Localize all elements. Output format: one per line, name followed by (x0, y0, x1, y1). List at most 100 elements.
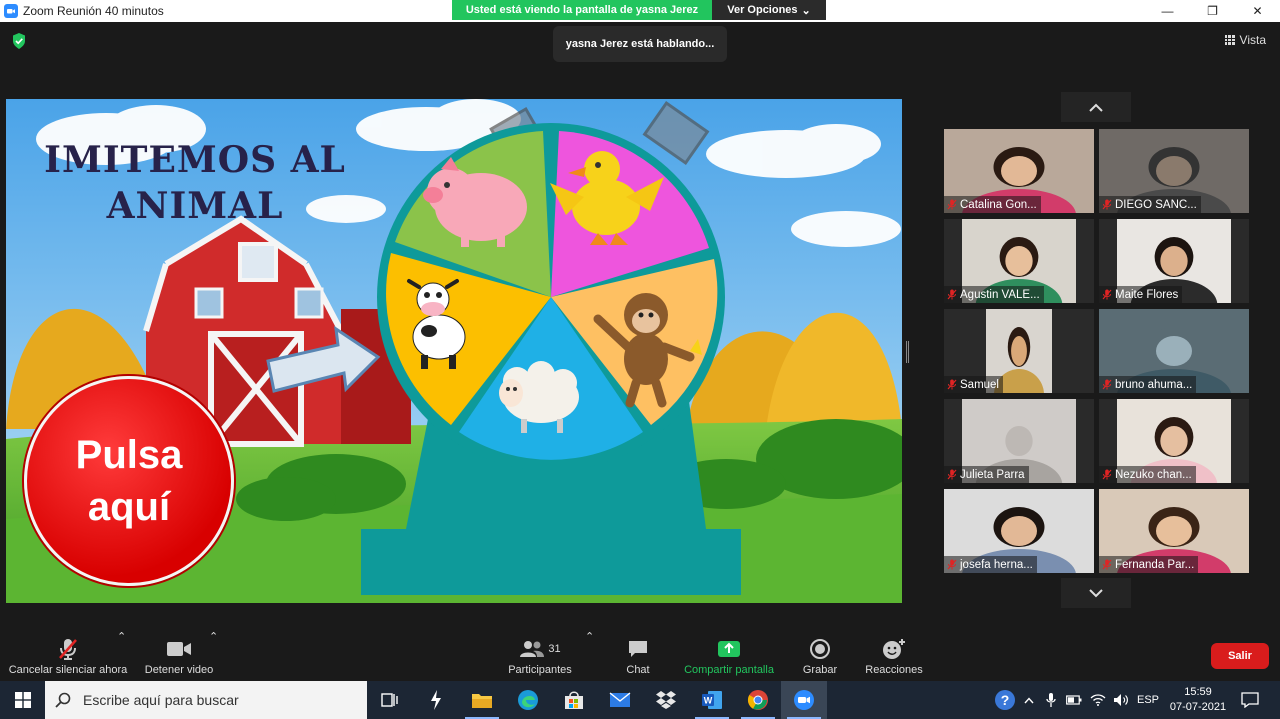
participant-name-label: bruno ahuma... (1099, 376, 1197, 393)
active-speaker-indicator: yasna Jerez está hablando... (553, 26, 727, 62)
gallery-scroll-up-button[interactable] (1061, 92, 1131, 122)
mic-muted-icon (947, 199, 957, 210)
leave-meeting-button[interactable]: Salir (1211, 643, 1269, 669)
mic-muted-icon (1102, 559, 1112, 570)
microphone-icon (1046, 693, 1056, 707)
taskbar-store[interactable] (551, 681, 597, 719)
emoji-add-icon (883, 639, 905, 659)
windows-taskbar: W ? (0, 681, 1280, 719)
view-options-label: Ver Opciones (727, 4, 798, 16)
taskbar-clock[interactable]: 15:59 07-07-2021 (1168, 681, 1228, 719)
participants-button[interactable]: 31 Participantes (504, 630, 576, 681)
taskbar-file-explorer[interactable] (459, 681, 505, 719)
taskbar-dropbox[interactable] (643, 681, 689, 719)
close-window-button[interactable]: ✕ (1235, 0, 1280, 22)
participant-tile[interactable]: DIEGO SANC... (1099, 129, 1249, 213)
window-title: Zoom Reunión 40 minutos (23, 4, 164, 18)
battery-icon (1066, 695, 1082, 705)
participant-name-label: Maite Flores (1099, 286, 1183, 303)
record-button[interactable]: Grabar (798, 630, 842, 681)
restore-button[interactable]: ❐ (1190, 0, 1235, 22)
mic-muted-icon (1102, 289, 1112, 300)
taskbar-search-box[interactable] (45, 681, 367, 719)
screen-share-banner: Usted está viendo la pantalla de yasna J… (452, 0, 712, 20)
participant-tile[interactable]: Samuel (944, 309, 1094, 393)
zoom-window: Zoom Reunión 40 minutos — ❐ ✕ Usted está… (0, 0, 1280, 719)
battery-tray-button[interactable] (1062, 681, 1086, 719)
grid-icon (1224, 35, 1235, 45)
wifi-tray-button[interactable] (1086, 681, 1110, 719)
view-button[interactable]: Vista (1224, 33, 1266, 47)
chevron-down-icon (1089, 588, 1103, 597)
pulsa-aqui-button[interactable]: Pulsa aquí (24, 376, 234, 586)
participant-tile[interactable]: bruno ahuma... (1099, 309, 1249, 393)
unmute-button[interactable]: Cancelar silenciar ahora (8, 630, 128, 681)
taskbar-chrome[interactable] (735, 681, 781, 719)
word-icon: W (702, 691, 722, 709)
mic-muted-icon (947, 559, 957, 570)
taskbar-word[interactable]: W (689, 681, 735, 719)
participant-tile[interactable]: Agustin VALE... (944, 219, 1094, 303)
edge-browser-icon (518, 690, 538, 710)
split-resize-handle[interactable] (906, 341, 909, 363)
participants-icon (520, 641, 545, 657)
video-options-caret[interactable]: ⌃ (209, 630, 218, 681)
language-indicator[interactable]: ESP (1132, 681, 1164, 719)
slide-title: IMITEMOS AL ANIMAL (20, 137, 370, 229)
participant-name-label: Samuel (944, 376, 1003, 393)
video-camera-icon (167, 642, 191, 656)
store-bag-icon (565, 691, 583, 709)
chevron-up-icon (1089, 103, 1103, 112)
help-tray-button[interactable]: ? (990, 681, 1020, 719)
clock-date: 07-07-2021 (1169, 701, 1227, 713)
notifications-button[interactable] (1234, 681, 1266, 719)
participant-tile[interactable]: Nezuko chan... (1099, 399, 1249, 483)
help-icon: ? (995, 690, 1015, 710)
minimize-button[interactable]: — (1145, 0, 1190, 22)
folder-icon (472, 694, 492, 708)
participant-name-label: Julieta Parra (944, 466, 1029, 483)
participant-name-label: Fernanda Par... (1099, 556, 1199, 573)
stop-video-button[interactable]: Detener video (140, 630, 218, 681)
wifi-icon (1090, 694, 1106, 706)
taskbar-zoom[interactable] (781, 681, 827, 719)
participant-tile[interactable]: Julieta Parra (944, 399, 1094, 483)
taskbar-mail[interactable] (597, 681, 643, 719)
taskbar-search-input[interactable] (83, 692, 353, 708)
taskbar-app-bolt[interactable] (413, 681, 459, 719)
participant-name: Agustin VALE... (960, 288, 1040, 301)
taskbar-edge[interactable] (505, 681, 551, 719)
shield-icon[interactable] (12, 33, 26, 49)
participants-count: 31 (548, 643, 561, 655)
stop-video-label: Detener video (144, 664, 214, 676)
participant-tile[interactable]: josefa herna... (944, 489, 1094, 573)
mic-muted-icon (1102, 379, 1112, 390)
speaker-icon (1114, 694, 1128, 706)
mic-muted-icon (947, 289, 957, 300)
participants-options-caret[interactable]: ⌃ (585, 630, 594, 681)
audio-options-caret[interactable]: ⌃ (117, 630, 126, 681)
share-screen-button[interactable]: Compartir pantalla (680, 630, 778, 681)
zoom-logo-icon (4, 4, 18, 18)
microphone-tray-button[interactable] (1040, 681, 1062, 719)
participant-name: Catalina Gon... (960, 198, 1037, 211)
show-hidden-icons-button[interactable] (1020, 681, 1038, 719)
task-view-button[interactable] (367, 681, 413, 719)
gallery-scroll-down-button[interactable] (1061, 578, 1131, 608)
reactions-button[interactable]: Reacciones (862, 630, 926, 681)
participant-tile[interactable]: Maite Flores (1099, 219, 1249, 303)
start-button[interactable] (0, 681, 45, 719)
participant-tile[interactable]: Fernanda Par... (1099, 489, 1249, 573)
participant-name: DIEGO SANC... (1115, 198, 1197, 211)
meeting-toolbar: Cancelar silenciar ahora ⌃ Detener video… (0, 630, 1280, 681)
view-label: Vista (1239, 33, 1266, 47)
participant-name-label: Catalina Gon... (944, 196, 1041, 213)
participant-name-label: Nezuko chan... (1099, 466, 1196, 483)
chat-icon (629, 641, 647, 657)
view-options-button[interactable]: Ver Opciones ⌄ (712, 0, 826, 20)
shared-screen[interactable]: IMITEMOS AL ANIMAL Pulsa aquí (6, 99, 902, 603)
volume-tray-button[interactable] (1110, 681, 1132, 719)
chat-button[interactable]: Chat (618, 630, 658, 681)
participant-name: Fernanda Par... (1115, 558, 1195, 571)
participant-tile[interactable]: Catalina Gon... (944, 129, 1094, 213)
